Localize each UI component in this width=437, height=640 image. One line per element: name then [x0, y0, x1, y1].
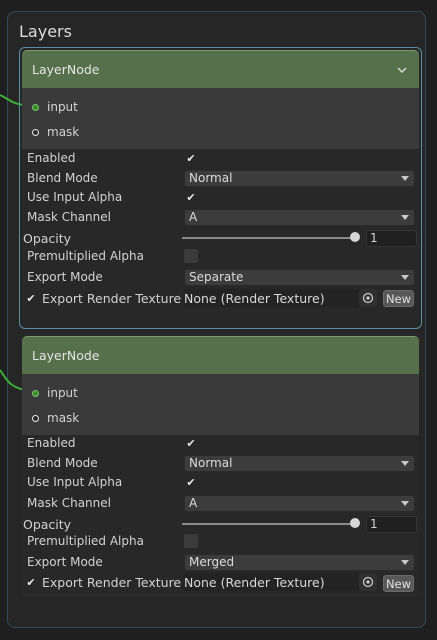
opacity-slider-track[interactable]	[182, 523, 354, 525]
port-input[interactable]: input	[32, 386, 78, 400]
use-input-alpha-checkbox[interactable]: ✔	[184, 475, 198, 489]
port-empty-icon[interactable]	[32, 414, 39, 422]
blend-mode-dropdown[interactable]: Normal	[184, 169, 415, 187]
prop-label: Enabled	[27, 436, 76, 450]
prop-premultiplied-alpha: Premultiplied Alpha	[22, 531, 419, 551]
port-label: mask	[47, 125, 80, 139]
opacity-slider-thumb[interactable]	[350, 518, 360, 528]
node-properties: Enabled ✔ Blend Mode Normal Use Input Al…	[22, 435, 419, 595]
prop-export-mode: Export Mode Merged	[22, 552, 419, 572]
prop-label: Premultiplied Alpha	[27, 534, 144, 548]
port-mask[interactable]: mask	[32, 411, 79, 425]
dropdown-value: Normal	[189, 456, 233, 470]
object-picker-icon[interactable]	[359, 573, 377, 591]
prop-label: Use Input Alpha	[27, 475, 123, 489]
port-label: mask	[47, 411, 80, 425]
node-header[interactable]: LayerNode	[22, 50, 419, 88]
dropdown-value: Normal	[189, 171, 233, 185]
layer-node[interactable]: LayerNode input mask Enabled ✔ Blend Mod…	[22, 50, 419, 326]
prop-export-render-texture: ✔ Export Render Texture None (Render Tex…	[22, 572, 419, 592]
port-connected-icon[interactable]	[32, 389, 39, 397]
object-picker-icon[interactable]	[359, 289, 377, 307]
render-texture-field[interactable]: None (Render Texture)	[183, 289, 377, 307]
opacity-input[interactable]: 1	[366, 515, 417, 533]
chevron-down-icon[interactable]	[395, 63, 409, 77]
new-button[interactable]: New	[383, 290, 414, 307]
dropdown-arrow-icon	[401, 274, 409, 280]
export-mode-dropdown[interactable]: Separate	[184, 268, 415, 286]
prop-label: Export Render Texture	[42, 290, 182, 306]
prop-enabled: Enabled ✔	[22, 433, 419, 453]
panel-title: Layers	[19, 22, 72, 41]
export-mode-dropdown[interactable]: Merged	[184, 553, 415, 571]
dropdown-arrow-icon	[401, 500, 409, 506]
prop-label: Enabled	[27, 151, 76, 165]
prop-mask-channel: Mask Channel A	[22, 207, 419, 227]
dropdown-value: Merged	[189, 555, 235, 569]
mask-channel-dropdown[interactable]: A	[184, 494, 415, 512]
prop-blend-mode: Blend Mode Normal	[22, 168, 419, 188]
layer-node[interactable]: LayerNode input mask Enabled ✔ Blend Mod…	[22, 336, 419, 596]
prop-label: Opacity	[23, 230, 72, 246]
prop-use-input-alpha: Use Input Alpha ✔	[22, 472, 419, 492]
port-input[interactable]: input	[32, 100, 78, 114]
prop-label: Blend Mode	[27, 456, 98, 470]
node-ports: input mask	[22, 374, 419, 435]
prop-label: Blend Mode	[27, 171, 98, 185]
node-properties: Enabled ✔ Blend Mode Normal Use Input Al…	[22, 149, 419, 326]
node-title: LayerNode	[32, 62, 100, 77]
port-empty-icon[interactable]	[32, 128, 39, 136]
port-mask[interactable]: mask	[32, 125, 79, 139]
prop-export-render-texture: ✔ Export Render Texture None (Render Tex…	[22, 288, 419, 308]
node-title: LayerNode	[32, 348, 100, 363]
prop-export-mode: Export Mode Separate	[22, 267, 419, 287]
dropdown-arrow-icon	[401, 214, 409, 220]
enabled-checkbox[interactable]: ✔	[184, 151, 198, 165]
opacity-slider-track[interactable]	[182, 237, 354, 239]
node-header[interactable]: LayerNode	[22, 336, 419, 374]
premultiplied-alpha-checkbox[interactable]	[184, 249, 198, 263]
port-label: input	[47, 100, 78, 114]
new-button[interactable]: New	[383, 575, 414, 592]
prop-label: Export Mode	[27, 555, 103, 569]
dropdown-arrow-icon	[401, 559, 409, 565]
prop-mask-channel: Mask Channel A	[22, 493, 419, 513]
prop-label: Premultiplied Alpha	[27, 249, 144, 263]
render-texture-field[interactable]: None (Render Texture)	[183, 573, 377, 591]
dropdown-value: A	[189, 496, 198, 510]
enabled-checkbox[interactable]: ✔	[184, 436, 198, 450]
blend-mode-dropdown[interactable]: Normal	[184, 454, 415, 472]
prop-opacity: Opacity 1	[22, 228, 419, 248]
prop-premultiplied-alpha: Premultiplied Alpha	[22, 246, 419, 266]
node-ports: input mask	[22, 88, 419, 149]
prop-label: Mask Channel	[27, 496, 111, 510]
port-label: input	[47, 386, 78, 400]
prop-use-input-alpha: Use Input Alpha ✔	[22, 187, 419, 207]
premultiplied-alpha-checkbox[interactable]	[184, 534, 198, 548]
prop-label: Export Render Texture	[42, 574, 182, 590]
dropdown-value: Separate	[189, 270, 244, 284]
prop-label: Use Input Alpha	[27, 190, 123, 204]
opacity-input[interactable]: 1	[366, 229, 417, 247]
prop-label: Mask Channel	[27, 210, 111, 224]
opacity-slider-thumb[interactable]	[350, 232, 360, 242]
prop-label: Opacity	[23, 516, 72, 532]
dropdown-arrow-icon	[401, 460, 409, 466]
dropdown-arrow-icon	[401, 175, 409, 181]
port-connected-icon[interactable]	[32, 103, 39, 111]
prop-enabled: Enabled ✔	[22, 148, 419, 168]
prop-blend-mode: Blend Mode Normal	[22, 453, 419, 473]
use-input-alpha-checkbox[interactable]: ✔	[184, 190, 198, 204]
export-render-texture-checkbox[interactable]: ✔	[24, 291, 38, 305]
prop-label: Export Mode	[27, 270, 103, 284]
mask-channel-dropdown[interactable]: A	[184, 208, 415, 226]
dropdown-value: A	[189, 210, 198, 224]
export-render-texture-checkbox[interactable]: ✔	[24, 575, 38, 589]
